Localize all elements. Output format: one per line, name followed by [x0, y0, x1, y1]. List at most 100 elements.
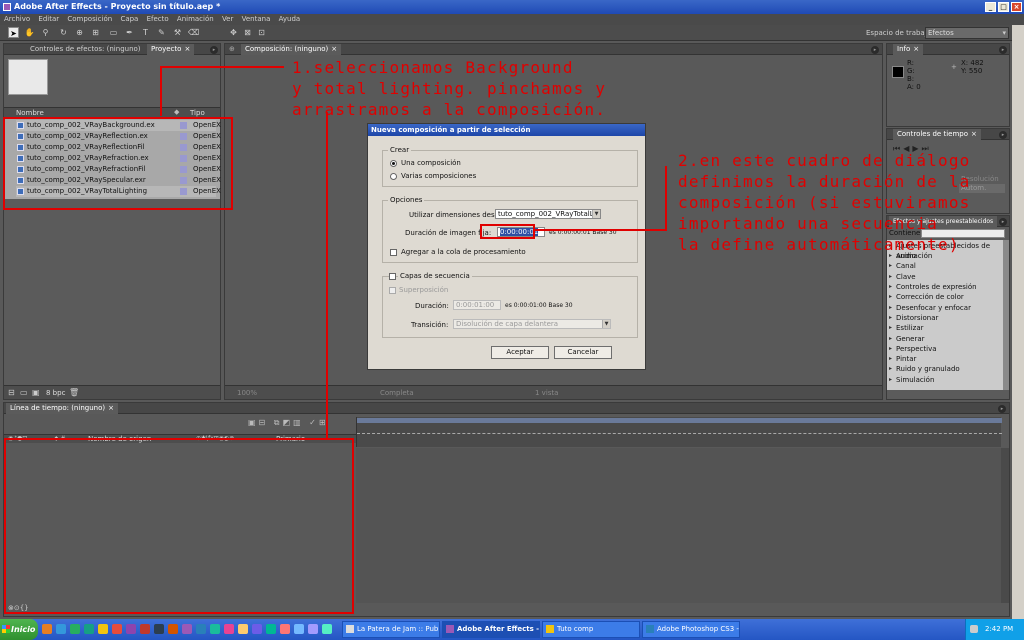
effect-category[interactable]: Distorsionar: [889, 313, 1002, 323]
effect-category[interactable]: Corrección de color: [889, 292, 1002, 302]
trash-icon[interactable]: 🗑: [69, 388, 79, 397]
text-tool-icon[interactable]: T: [140, 27, 151, 38]
quicklaunch-icon[interactable]: [140, 624, 150, 634]
menu-composicion[interactable]: Composición: [67, 15, 112, 23]
world-axis-icon[interactable]: ⊠: [242, 27, 253, 38]
orbit-camera-tool-icon[interactable]: ⊕: [74, 27, 85, 38]
effect-category[interactable]: Simulación: [889, 375, 1002, 385]
view-count[interactable]: 1 vista: [535, 389, 558, 397]
quicklaunch-icon[interactable]: [126, 624, 136, 634]
add-render-queue-checkbox[interactable]: [390, 249, 397, 256]
axis-mode-icon[interactable]: ✥: [228, 27, 239, 38]
clock[interactable]: 2:42 PM: [985, 619, 1013, 640]
quicklaunch-icon[interactable]: [308, 624, 318, 634]
brush-tool-icon[interactable]: ✎: [156, 27, 167, 38]
start-button[interactable]: Inicio: [0, 619, 38, 640]
quicklaunch-icon[interactable]: [210, 624, 220, 634]
tab-composition[interactable]: Composición: (ninguno) ×: [241, 44, 342, 55]
menu-editar[interactable]: Editar: [38, 15, 59, 23]
work-area-bar[interactable]: [357, 418, 1002, 423]
close-window-button[interactable]: ×: [1011, 2, 1022, 12]
column-type[interactable]: Tipo: [190, 109, 205, 117]
pen-tool-icon[interactable]: ✒: [124, 27, 135, 38]
quicklaunch-icon[interactable]: [56, 624, 66, 634]
hand-tool-icon[interactable]: ✋: [24, 27, 35, 38]
overlap-checkbox[interactable]: [389, 287, 396, 294]
use-dims-select[interactable]: tuto_comp_002_VRayTotalL ▼: [495, 209, 601, 219]
taskbar-item[interactable]: La Patera de Jam :: Publi...: [342, 621, 440, 638]
effect-category[interactable]: Controles de expresión: [889, 282, 1002, 292]
quicklaunch-icon[interactable]: [42, 624, 52, 634]
time-ruler[interactable]: [356, 417, 1002, 447]
tab-timeline[interactable]: Línea de tiempo: (ninguno) ×: [6, 403, 118, 414]
panel-menu-icon[interactable]: ▸: [999, 131, 1007, 139]
sequence-layers-checkbox[interactable]: [389, 273, 396, 280]
bit-depth[interactable]: 8 bpc: [46, 389, 65, 397]
rectangle-mask-tool-icon[interactable]: ▭: [108, 27, 119, 38]
effect-category[interactable]: Pintar: [889, 354, 1002, 364]
close-icon[interactable]: ×: [971, 130, 977, 138]
menu-efecto[interactable]: Efecto: [147, 15, 169, 23]
quicklaunch-icon[interactable]: [154, 624, 164, 634]
column-name[interactable]: Nombre: [16, 109, 44, 117]
taskbar-item[interactable]: Adobe Photoshop CS3 - ...: [642, 621, 740, 638]
rotate-tool-icon[interactable]: ↻: [58, 27, 69, 38]
minimize-button[interactable]: _: [985, 2, 996, 12]
effect-category[interactable]: Clave: [889, 272, 1002, 282]
close-icon[interactable]: ×: [913, 45, 919, 53]
zoom-level[interactable]: 100%: [237, 389, 257, 397]
panel-menu-icon[interactable]: ▸: [999, 218, 1007, 226]
timeline-scrollbar[interactable]: [1001, 448, 1009, 603]
menu-ayuda[interactable]: Ayuda: [279, 15, 301, 23]
tray-icon[interactable]: [970, 625, 978, 633]
zoom-tool-icon[interactable]: ⚲: [40, 27, 51, 38]
quicklaunch-icon[interactable]: [238, 624, 248, 634]
panel-menu-icon[interactable]: ▸: [999, 46, 1007, 54]
duration-input[interactable]: 0:00:01:00: [453, 300, 501, 310]
tab-time-controls[interactable]: Controles de tiempo ×: [893, 129, 981, 140]
effect-category[interactable]: Ruido y granulado: [889, 364, 1002, 374]
effects-scrollbar[interactable]: [1003, 240, 1009, 390]
menu-ventana[interactable]: Ventana: [242, 15, 271, 23]
quicklaunch-icon[interactable]: [322, 624, 332, 634]
close-icon[interactable]: ×: [108, 404, 114, 412]
taskbar-item[interactable]: Tuto comp: [542, 621, 640, 638]
quicklaunch-icon[interactable]: [266, 624, 276, 634]
cancel-button[interactable]: Cancelar: [554, 346, 612, 359]
menu-archivo[interactable]: Archivo: [4, 15, 30, 23]
workspace-select[interactable]: Efectos ▾: [925, 27, 1009, 39]
taskbar-item[interactable]: Adobe After Effects - ...: [442, 621, 540, 638]
comp-lock-icon[interactable]: ⊕: [229, 45, 235, 53]
transition-select[interactable]: Disolución de capa delantera ▼: [453, 319, 611, 329]
effect-category[interactable]: Perspectiva: [889, 344, 1002, 354]
clone-stamp-tool-icon[interactable]: ⚒: [172, 27, 183, 38]
radio-single-comp[interactable]: [390, 160, 397, 167]
quicklaunch-icon[interactable]: [84, 624, 94, 634]
effect-category[interactable]: Generar: [889, 334, 1002, 344]
quicklaunch-icon[interactable]: [252, 624, 262, 634]
maximize-button[interactable]: □: [998, 2, 1009, 12]
quicklaunch-icon[interactable]: [224, 624, 234, 634]
menu-ver[interactable]: Ver: [222, 15, 233, 23]
eraser-tool-icon[interactable]: ⌫: [188, 27, 199, 38]
menu-capa[interactable]: Capa: [120, 15, 138, 23]
quicklaunch-icon[interactable]: [294, 624, 304, 634]
panel-menu-icon[interactable]: ▸: [871, 46, 879, 54]
quicklaunch-icon[interactable]: [112, 624, 122, 634]
tab-project[interactable]: Proyecto ×: [147, 44, 195, 55]
selection-tool-icon[interactable]: ➤: [8, 27, 19, 38]
menu-animacion[interactable]: Animación: [177, 15, 214, 23]
close-icon[interactable]: ×: [184, 45, 190, 53]
panel-menu-icon[interactable]: ▸: [998, 405, 1006, 413]
tab-effect-controls[interactable]: Controles de efectos: (ninguno): [26, 44, 145, 55]
effect-category[interactable]: Estilizar: [889, 323, 1002, 333]
accept-button[interactable]: Aceptar: [491, 346, 549, 359]
view-axis-icon[interactable]: ⊡: [256, 27, 267, 38]
tab-info[interactable]: Info ×: [893, 44, 924, 55]
effect-category[interactable]: Desenfocar y enfocar: [889, 303, 1002, 313]
new-comp-icon[interactable]: ▣: [32, 388, 40, 397]
radio-multiple-comps[interactable]: [390, 173, 397, 180]
pan-behind-tool-icon[interactable]: ⊞: [90, 27, 101, 38]
resolution-level[interactable]: Completa: [380, 389, 414, 397]
quicklaunch-icon[interactable]: [182, 624, 192, 634]
